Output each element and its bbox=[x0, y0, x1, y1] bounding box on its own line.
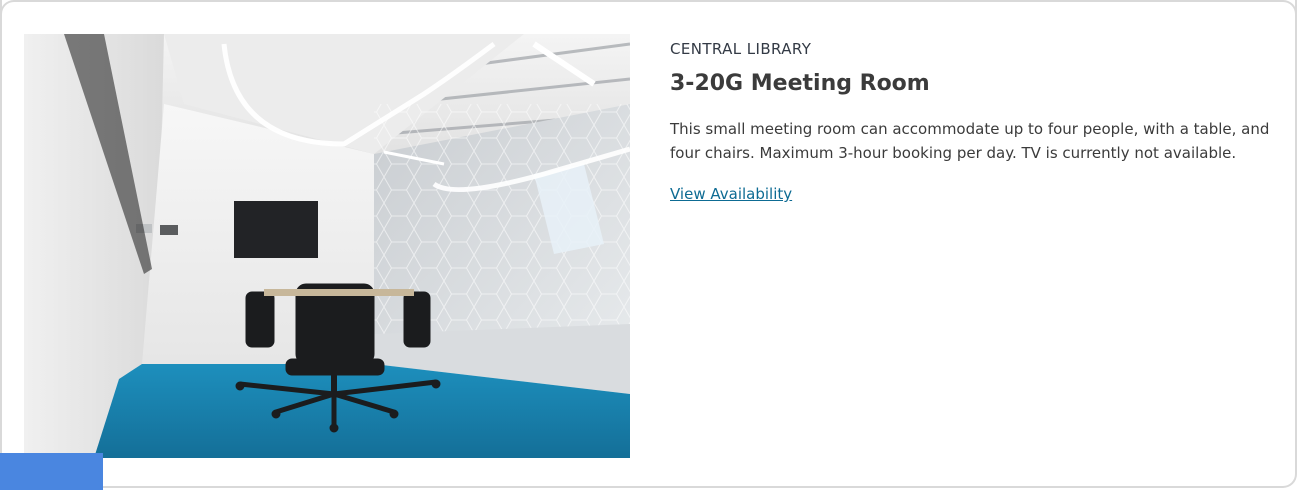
room-info: CENTRAL LIBRARY 3-20G Meeting Room This … bbox=[670, 40, 1270, 204]
room-title: 3-20G Meeting Room bbox=[670, 71, 930, 96]
room-description: This small meeting room can accommodate … bbox=[670, 120, 1270, 162]
room-location: CENTRAL LIBRARY bbox=[670, 40, 812, 58]
view-availability-link[interactable]: View Availability bbox=[670, 184, 792, 204]
room-card-top-border bbox=[0, 0, 1297, 14]
corner-tab bbox=[0, 453, 103, 490]
meeting-room-photo bbox=[24, 34, 630, 458]
